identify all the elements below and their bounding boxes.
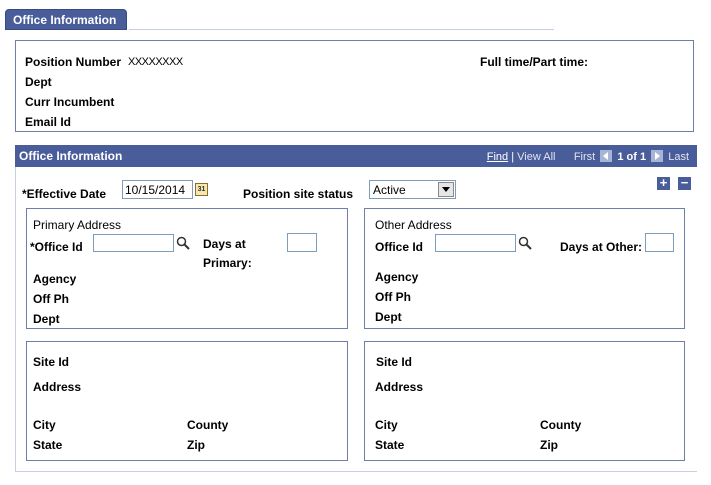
primary-office-id-input[interactable]	[93, 234, 174, 252]
effective-date-input[interactable]	[122, 180, 193, 199]
primary-dept-label: Dept	[33, 312, 60, 326]
position-summary-box	[15, 40, 694, 132]
position-site-status-label: Position site status	[243, 187, 354, 201]
add-row-icon[interactable]: +	[657, 176, 670, 190]
primary-off-ph-label: Off Ph	[33, 292, 69, 306]
days-at-other-input[interactable]	[645, 233, 674, 252]
prev-icon[interactable]	[600, 150, 613, 162]
site-right-zip-label: Zip	[540, 438, 558, 452]
calendar-icon[interactable]: 31	[195, 183, 208, 196]
grid-navigation: Find | View All First 1 of 1 Last	[487, 150, 689, 163]
primary-address-title: Primary Address	[33, 218, 122, 232]
full-part-time-label: Full time/Part time:	[480, 55, 589, 69]
site-box-right	[364, 341, 685, 461]
dept-label: Dept	[25, 75, 52, 89]
remove-row-icon[interactable]: −	[678, 176, 691, 190]
chevron-down-icon[interactable]	[438, 182, 454, 197]
lookup-icon[interactable]	[176, 236, 190, 250]
site-left-zip-label: Zip	[187, 438, 205, 452]
primary-office-id-label: *Office Id	[30, 240, 83, 254]
find-link[interactable]: Find	[487, 151, 508, 163]
tab-office-information[interactable]: Office Information	[5, 9, 127, 30]
site-left-state-label: State	[33, 438, 63, 452]
grid-title: Office Information	[19, 149, 123, 163]
lookup-icon[interactable]	[518, 236, 532, 250]
days-at-primary-label-line2: Primary:	[203, 256, 252, 270]
position-number-label: Position Number	[25, 55, 122, 69]
days-at-primary-label-line1: Days at	[203, 237, 246, 251]
email-id-label: Email Id	[25, 115, 72, 129]
position-number-value: XXXXXXXX	[128, 56, 183, 68]
nav-separator: |	[511, 151, 515, 163]
other-office-id-input[interactable]	[435, 234, 516, 252]
site-left-address-label: Address	[33, 380, 82, 394]
days-at-primary-input[interactable]	[287, 233, 317, 252]
site-right-county-label: County	[540, 418, 582, 432]
site-right-address-label: Address	[375, 380, 424, 394]
other-address-title: Other Address	[375, 218, 452, 232]
site-right-city-label: City	[375, 418, 398, 432]
first-link[interactable]: First	[574, 151, 595, 163]
site-right-site-id-label: Site Id	[376, 355, 413, 369]
position-site-status-select[interactable]: Active	[369, 180, 456, 199]
site-left-site-id-label: Site Id	[33, 355, 70, 369]
view-all-link[interactable]: View All	[517, 151, 555, 163]
row-count: 1 of 1	[617, 151, 647, 163]
position-site-status-value: Active	[373, 183, 406, 197]
other-office-id-label: Office Id	[375, 240, 424, 254]
curr-incumbent-label: Curr Incumbent	[25, 95, 115, 109]
other-dept-label: Dept	[375, 310, 402, 324]
tab-divider	[129, 29, 554, 30]
office-information-grid-header: Office Information Find | View All First…	[15, 145, 697, 167]
other-off-ph-label: Off Ph	[375, 290, 411, 304]
primary-agency-label: Agency	[33, 272, 77, 286]
days-at-other-label: Days at Other:	[560, 240, 643, 254]
tab-label: Office Information	[13, 13, 117, 27]
last-link[interactable]: Last	[668, 151, 689, 163]
site-left-city-label: City	[33, 418, 56, 432]
next-icon[interactable]	[651, 150, 664, 162]
effective-date-label: *Effective Date	[22, 187, 107, 201]
other-agency-label: Agency	[375, 270, 419, 284]
site-left-county-label: County	[187, 418, 229, 432]
site-right-state-label: State	[375, 438, 405, 452]
